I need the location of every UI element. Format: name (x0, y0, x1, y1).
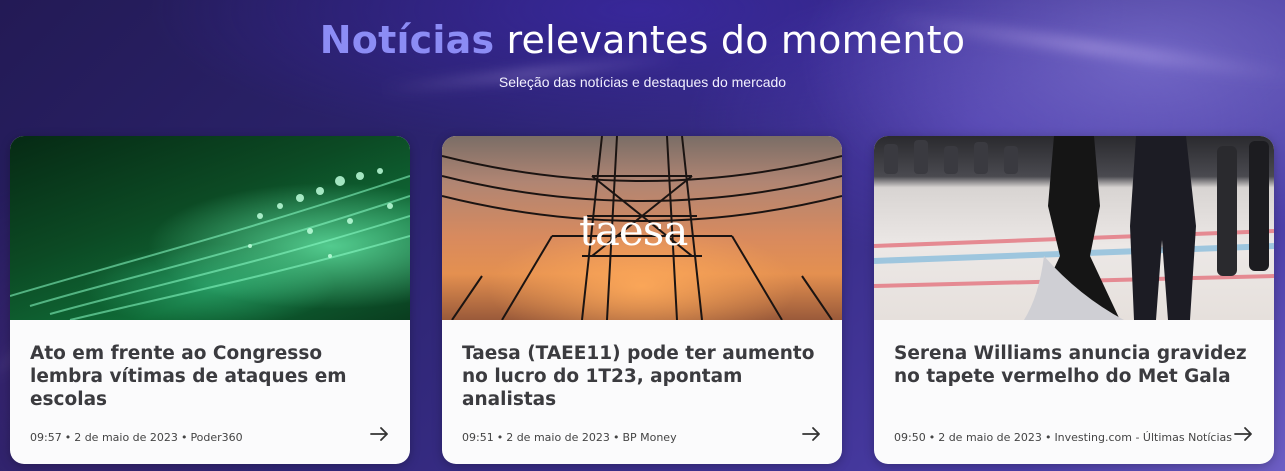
news-card-meta: 09:50 • 2 de maio de 2023 • Investing.com - … (894, 431, 1233, 444)
news-card-date: 2 de maio de 2023 (74, 431, 178, 444)
section-header: Notícias relevantes do momento Seleção d… (0, 18, 1285, 90)
section-subtitle: Seleção das notícias e destaques do merc… (498, 74, 787, 90)
arrow-right-icon[interactable] (1234, 426, 1254, 442)
section-title-accent: Notícias (319, 18, 495, 62)
arrow-right-icon[interactable] (370, 426, 390, 442)
taesa-logo: taesa (579, 206, 688, 255)
news-card-time: 09:57 (30, 431, 62, 444)
news-card-title[interactable]: Serena Williams anuncia gravidez no tape… (894, 342, 1254, 388)
news-card-date: 2 de maio de 2023 (938, 431, 1042, 444)
news-card-title[interactable]: Ato em frente ao Congresso lembra vítima… (30, 342, 390, 411)
news-card[interactable]: taesa Taesa (TAEE11) pode ter aumento no… (442, 136, 842, 464)
green-abstract-image (10, 136, 410, 320)
news-card-meta: 09:51 • 2 de maio de 2023 • BP Money (462, 431, 677, 444)
section-title-rest: relevantes do momento (494, 18, 966, 62)
news-card-source: Poder360 (190, 431, 243, 444)
news-card-title[interactable]: Taesa (TAEE11) pode ter aumento no lucro… (462, 342, 822, 411)
section-title: Notícias relevantes do momento (0, 18, 1285, 62)
news-card-time: 09:51 (462, 431, 494, 444)
met-gala-red-carpet-image (874, 136, 1274, 320)
power-lines-sunset-image: taesa (442, 136, 842, 320)
news-card[interactable]: Serena Williams anuncia gravidez no tape… (874, 136, 1274, 464)
news-card-source: BP Money (622, 431, 677, 444)
arrow-right-icon[interactable] (802, 426, 822, 442)
news-card-source: Investing.com - Últimas Notícias (1054, 431, 1233, 444)
news-card-meta: 09:57 • 2 de maio de 2023 • Poder360 (30, 431, 243, 444)
news-card-date: 2 de maio de 2023 (506, 431, 610, 444)
news-card-time: 09:50 (894, 431, 926, 444)
news-card[interactable]: Ato em frente ao Congresso lembra vítima… (10, 136, 410, 464)
